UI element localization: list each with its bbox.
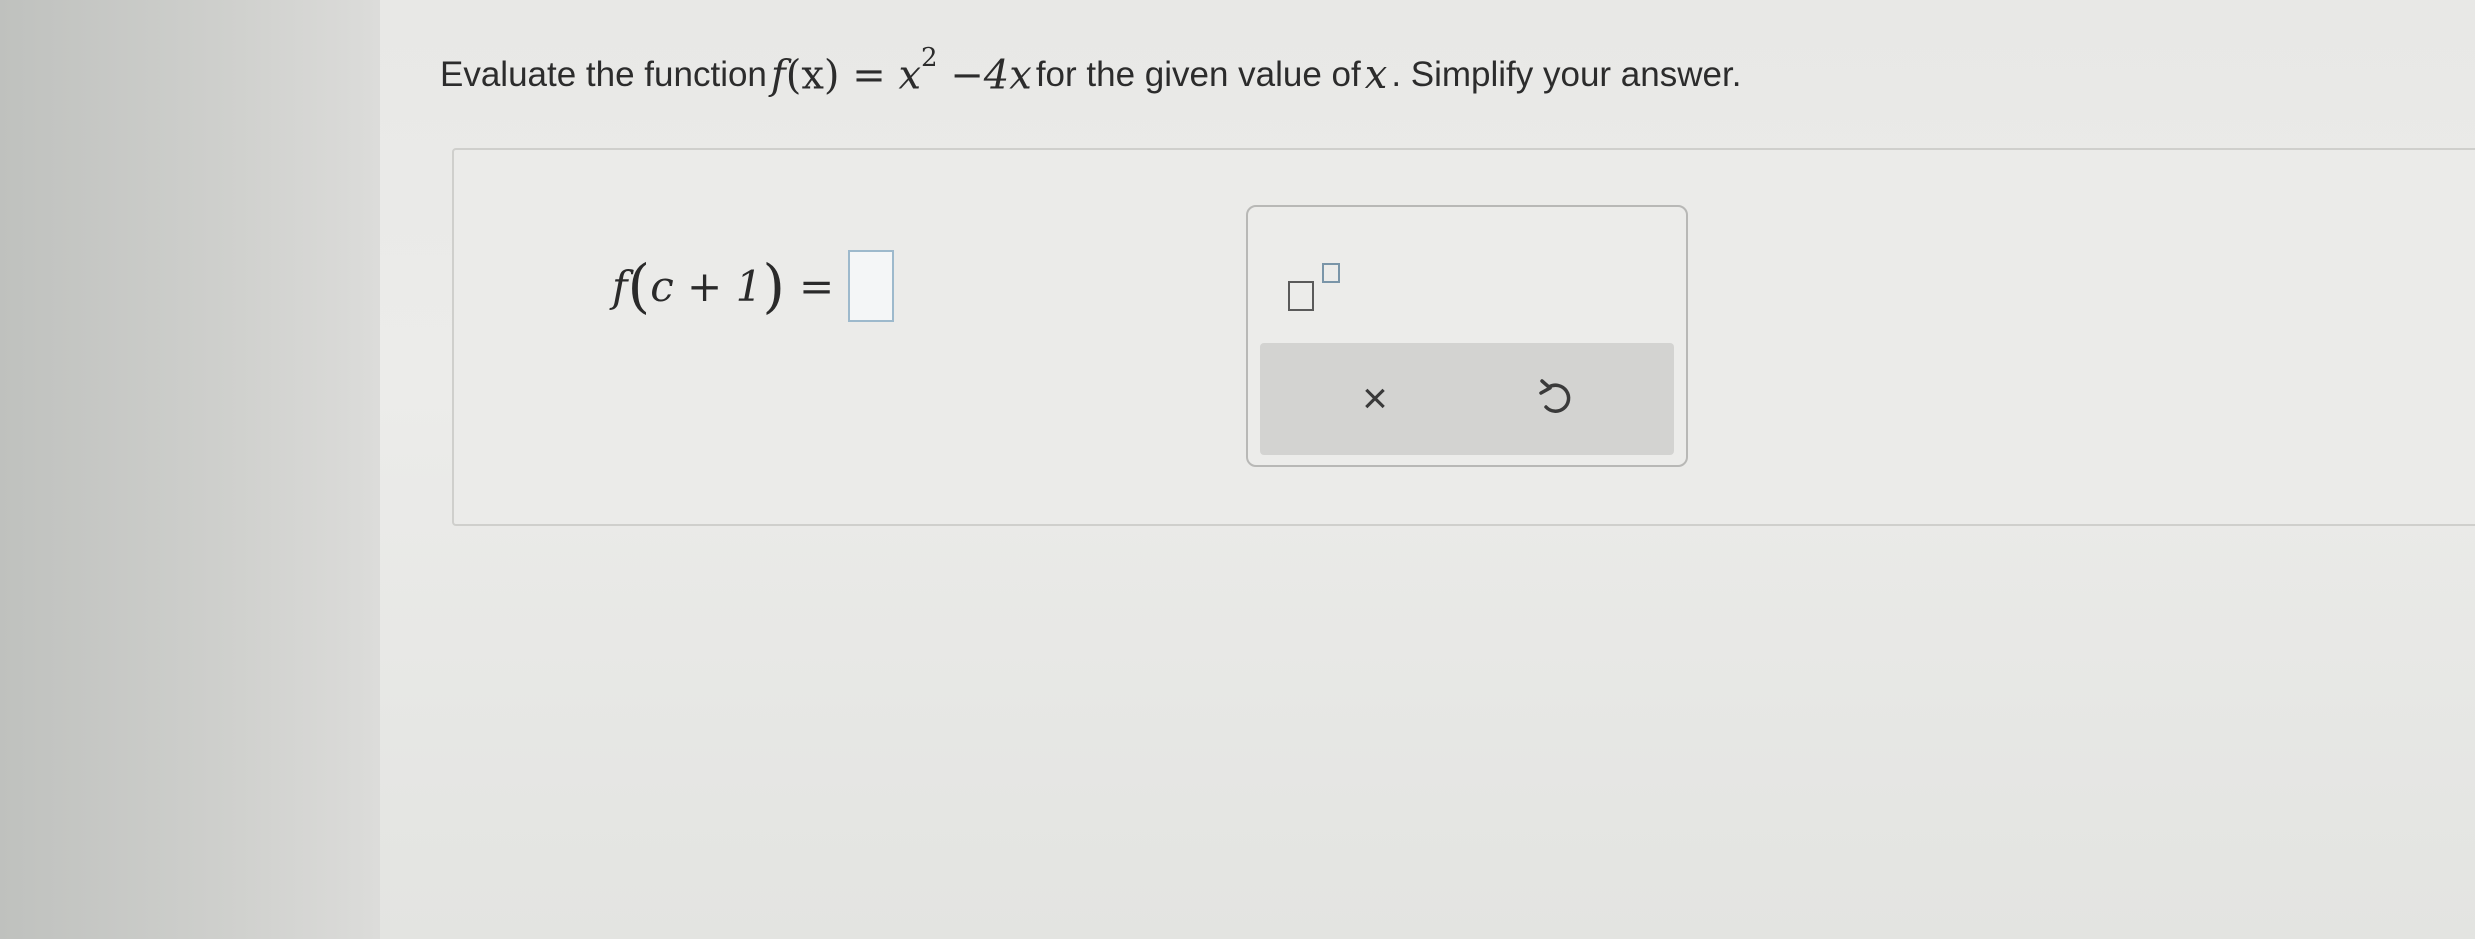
math-toolbox: × (1246, 205, 1688, 467)
close-icon[interactable]: × (1340, 369, 1410, 429)
toolbox-action-bar: × (1260, 343, 1674, 455)
question-prefix: Evaluate the function (440, 55, 767, 94)
answer-argument: c + 1 (650, 261, 763, 311)
answer-func-name: f (612, 261, 628, 311)
question-suffix-1: for the given value of (1035, 55, 1361, 94)
question-variable: x (1364, 52, 1388, 98)
superscript-icon[interactable] (1288, 259, 1358, 319)
question-function: f(x) = x2 −4x (770, 43, 1032, 99)
answer-input[interactable] (848, 250, 895, 322)
question-text: Evaluate the function f(x) = x2 −4x for … (440, 40, 1741, 110)
undo-icon[interactable] (1522, 369, 1592, 429)
question-suffix-2: . Simplify your answer. (1391, 55, 1742, 94)
left-bezel-shadow (0, 0, 380, 939)
answer-expression: f ( c + 1 ) = (612, 246, 895, 326)
